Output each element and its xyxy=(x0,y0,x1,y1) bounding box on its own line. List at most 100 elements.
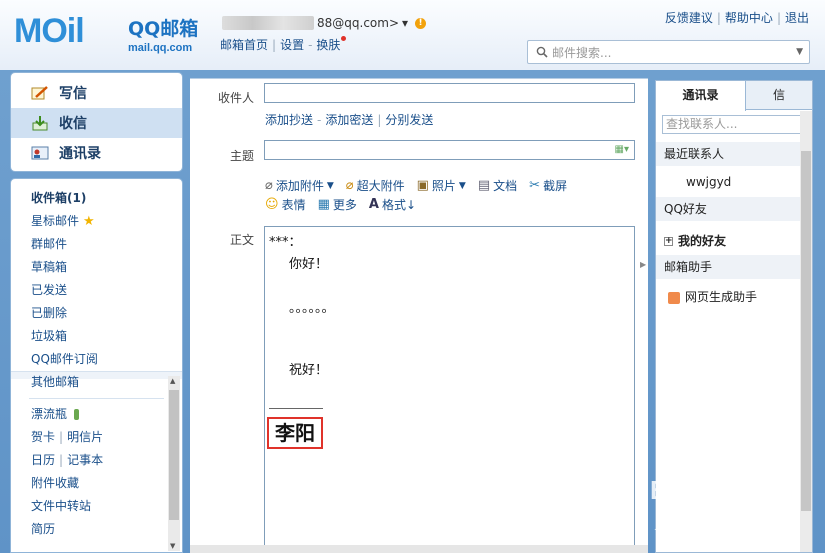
folder-deleted[interactable]: 已删除 xyxy=(31,302,182,325)
pencil-note-icon xyxy=(31,86,48,100)
resume[interactable]: 简历 xyxy=(31,518,182,541)
emoji-label: 表情 xyxy=(281,198,306,212)
large-attach-button[interactable]: ⌀ 超大附件 xyxy=(346,177,405,194)
document-button[interactable]: ▤ 文档 xyxy=(478,177,517,194)
feedback-link[interactable]: 反馈建议 xyxy=(665,11,713,25)
contact-search-input[interactable]: 查找联系人... xyxy=(662,115,802,134)
photo-button[interactable]: ▣ 照片 ▼ xyxy=(417,177,466,194)
to-label: 收件人 xyxy=(218,91,255,105)
folder-group-mail[interactable]: 群邮件 xyxy=(31,233,182,256)
body-content: 。。。。。。 xyxy=(289,301,335,316)
warning-icon[interactable]: ! xyxy=(415,17,427,29)
compose-label: 写信 xyxy=(59,86,87,102)
toolbar-row-2: ☺ 表情 ▦ 更多 A 格式↓ xyxy=(265,196,428,213)
search-placeholder: 邮件搜索... xyxy=(552,45,612,60)
inbox-button[interactable]: 收信 xyxy=(11,108,182,138)
compose-scrollbar[interactable] xyxy=(190,545,648,553)
friends-group[interactable]: + 我的好友 xyxy=(664,232,726,249)
nav-mail-home[interactable]: 邮箱首页 xyxy=(220,38,268,52)
contacts-scrollbar[interactable] xyxy=(800,111,812,552)
scroll-up-icon[interactable]: ▲ xyxy=(170,377,175,385)
tab-letters[interactable]: 信 xyxy=(764,81,794,110)
drift-bottle-label: 漂流瓶 xyxy=(31,407,68,421)
divider: | xyxy=(59,430,64,444)
attachment-favorites[interactable]: 附件收藏 xyxy=(31,472,182,495)
calendar-row: 日历 | 记事本 xyxy=(31,449,182,472)
group-mail-helper[interactable]: 邮箱助手 xyxy=(656,255,801,279)
document-icon: ▤ xyxy=(477,178,491,193)
logout-link[interactable]: 退出 xyxy=(785,11,809,25)
contacts-button[interactable]: 通讯录 xyxy=(11,138,182,168)
folder-drafts[interactable]: 草稿箱 xyxy=(31,256,182,279)
web-page-helper[interactable]: 网页生成助手 xyxy=(668,288,757,305)
nav-settings[interactable]: 设置 xyxy=(280,38,304,52)
divider: | xyxy=(377,113,382,127)
folder-list: 收件箱(1) 星标邮件 ★ 群邮件 草稿箱 已发送 已删除 垃圾箱 QQ邮件订阅 … xyxy=(10,178,183,553)
folder-starred[interactable]: 星标邮件 ★ xyxy=(31,210,182,233)
subject-input[interactable]: ▦▾ xyxy=(264,140,635,160)
qq-mail-logo[interactable]: MOil xyxy=(14,12,124,52)
scrollbar-thumb[interactable] xyxy=(169,390,179,520)
screenshot-button[interactable]: ✂ 截屏 xyxy=(529,177,567,194)
add-cc-link[interactable]: 添加抄送 xyxy=(265,113,313,127)
drift-bottle[interactable]: 漂流瓶 xyxy=(31,403,182,426)
scissors-icon: ✂ xyxy=(529,178,541,193)
to-input[interactable] xyxy=(264,83,635,103)
scroll-down-icon[interactable]: ▼ xyxy=(170,542,175,550)
main-actions: 写信 收信 通讯录 xyxy=(10,72,183,172)
scrollbar-thumb[interactable] xyxy=(801,151,811,511)
chevron-down-icon[interactable]: ▼ xyxy=(459,181,466,191)
help-link[interactable]: 帮助中心 xyxy=(725,11,773,25)
emoji-button[interactable]: ☺ 表情 xyxy=(265,196,306,213)
notes-link[interactable]: 记事本 xyxy=(67,453,103,467)
helper-label: 网页生成助手 xyxy=(685,290,758,304)
panel-collapse-icon[interactable]: ▶ xyxy=(640,260,646,269)
folder-inbox[interactable]: 收件箱(1) xyxy=(31,187,182,210)
body-label: 正文 xyxy=(230,233,255,247)
group-recent[interactable]: 最近联系人 xyxy=(656,142,801,166)
compose-button[interactable]: 写信 xyxy=(11,78,182,108)
expand-plus-icon[interactable]: + xyxy=(664,237,673,246)
top-links: 反馈建议 | 帮助中心 | 退出 xyxy=(665,9,809,26)
account-switcher[interactable]: 88@qq.com> ▾ ! xyxy=(222,16,427,30)
more-button[interactable]: ▦ 更多 xyxy=(318,196,357,213)
format-button[interactable]: A 格式↓ xyxy=(369,196,416,213)
format-a-icon: A xyxy=(368,197,379,212)
format-label: 格式↓ xyxy=(381,198,417,212)
helper-icon xyxy=(668,291,680,304)
blurred-account-name xyxy=(222,16,314,30)
folder-spam[interactable]: 垃圾箱 xyxy=(31,325,182,348)
paperclip-icon: ⌀ xyxy=(345,178,354,193)
send-separately-link[interactable]: 分别发送 xyxy=(385,113,433,127)
header-nav: 邮箱首页 | 设置 - 换肤 xyxy=(220,36,347,53)
folder-scrollbar[interactable]: ▲ ▼ xyxy=(168,376,180,551)
compose-form: 收件人 添加抄送 - 添加密送 | 分别发送 主题 ▦▾ ⌀ 添加附件 ▼ ⌀ 超大附件 ▣ 照… xyxy=(190,78,648,553)
postcard-link[interactable]: 明信片 xyxy=(67,430,103,444)
toolbar-row-1: ⌀ 添加附件 ▼ ⌀ 超大附件 ▣ 照片 ▼ ▤ 文档 ✂ 截屏 xyxy=(265,177,579,194)
signature-divider xyxy=(269,408,323,409)
mail-search-input[interactable]: 邮件搜索... ▼ xyxy=(527,40,810,64)
message-body-editor[interactable]: ***： 你好！ 。。。。。。 祝好！ 李阳 xyxy=(264,226,635,546)
calendar-link[interactable]: 日历 xyxy=(31,453,55,467)
new-dot-icon xyxy=(341,36,347,41)
search-dropdown-icon[interactable]: ▼ xyxy=(796,47,803,57)
star-icon: ★ xyxy=(83,214,95,229)
cc-links: 添加抄送 - 添加密送 | 分别发送 xyxy=(265,111,433,128)
tab-contacts[interactable]: 通讯录 xyxy=(656,81,746,111)
stationery-icon[interactable]: ▦▾ xyxy=(615,144,629,155)
contact-recent-item[interactable]: wwjgyd xyxy=(686,175,731,189)
greeting-card-link[interactable]: 贺卡 xyxy=(31,430,55,444)
chevron-down-icon[interactable]: ▼ xyxy=(327,181,334,191)
nav-skin[interactable]: 换肤 xyxy=(316,38,340,52)
group-qq-friends[interactable]: QQ好友 xyxy=(656,197,801,221)
folder-sent[interactable]: 已发送 xyxy=(31,279,182,302)
folder-starred-label: 星标邮件 xyxy=(31,214,80,228)
friends-label: 我的好友 xyxy=(678,234,727,248)
other-mailboxes[interactable]: 其他邮箱 xyxy=(31,371,182,394)
folder-subscriptions[interactable]: QQ邮件订阅 xyxy=(31,348,182,371)
document-label: 文档 xyxy=(493,179,518,193)
more-label: 更多 xyxy=(332,198,357,212)
attach-button[interactable]: ⌀ 添加附件 ▼ xyxy=(265,177,334,194)
file-transfer[interactable]: 文件中转站 xyxy=(31,495,182,518)
add-bcc-link[interactable]: 添加密送 xyxy=(325,113,373,127)
